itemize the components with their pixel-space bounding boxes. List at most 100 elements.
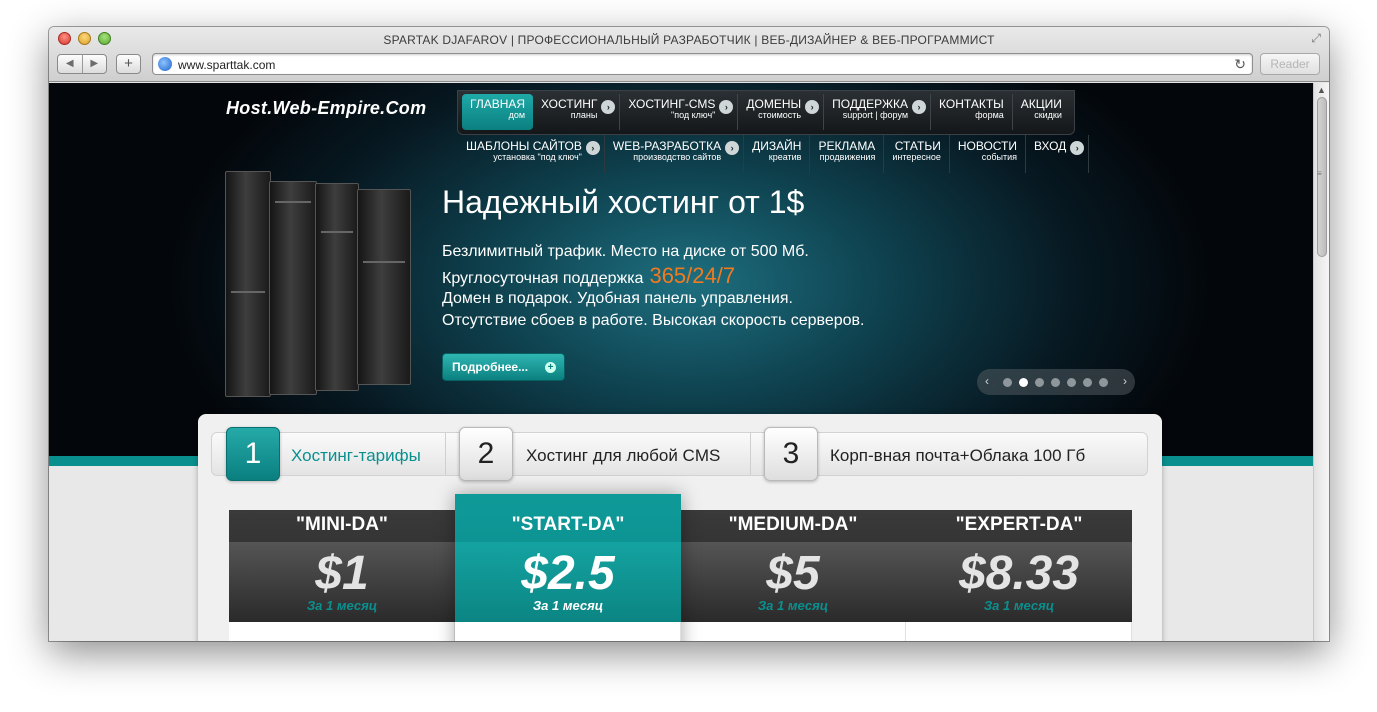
scroll-grip-icon: ≡ [1317,169,1322,178]
menu_top-item-label: Домены [746,97,802,111]
menu_top-item-0[interactable]: Главная дом [462,94,534,130]
menu_bottom-item-label: Шаблоны сайтов [466,139,582,153]
vertical-scrollbar[interactable]: ▲ ≡ [1313,83,1329,641]
menu_top-item-sub: "под ключ" [671,110,716,120]
reload-icon[interactable]: ↻ [1234,56,1246,73]
menu_top-item-4[interactable]: Поддержка support | форум › [824,94,932,130]
menu_top-item-label: Контакты [939,97,1004,111]
menu_top-item-label: Хостинг [541,97,598,111]
reader-button[interactable]: Reader [1260,53,1320,75]
forward-button[interactable]: ▶ [83,55,107,73]
plan-period: За 1 месяц [306,598,378,613]
menu_top-item-5[interactable]: Контакты форма [931,94,1013,130]
tab-separator [750,433,751,475]
menu_bottom-item-4[interactable]: Статьи интересное [884,135,950,173]
pricing-panel: 1 Хостинг-тарифы 2 Хостинг для любой CMS 3 Ко… [198,414,1162,641]
back-button[interactable]: ◀ [58,55,83,73]
menu_top-item-label: Акции [1020,97,1062,111]
menu_top-item-1[interactable]: Хостинг планы › [533,94,621,130]
plan-card[interactable]: "EXPERT-DA" $8.33 За 1 месяц [906,510,1132,641]
hero-line-4: Отсутствие сбоев в работе. Высокая скоро… [442,312,865,329]
plus-icon: + [545,362,556,373]
slider-dot[interactable] [1083,378,1092,387]
slider-prev-icon[interactable]: ‹ [985,374,989,388]
address-bar[interactable]: www.sparttak.com ↻ [152,53,1253,75]
plan-card[interactable]: "MINI-DA" $1 За 1 месяц [229,510,455,641]
plan-period: За 1 месяц [532,598,604,613]
history-nav: ◀ ▶ [57,54,107,74]
menu_bottom-item-label: Дизайн [752,139,802,153]
plan-name: "MEDIUM-DA" [728,514,858,535]
plan-card[interactable]: "START-DA" $2.5 За 1 месяц [455,494,681,641]
tab-number-2[interactable]: 2 [459,427,513,481]
slider-dot[interactable] [1019,378,1028,387]
hero-line-2-text: Круглосуточная поддержка [442,270,644,287]
menu_bottom-item-2[interactable]: Дизайн креатив [744,135,811,173]
slider-nav: ‹ › [977,369,1135,395]
window-title: SPARTAK DJAFAROV | ПРОФЕССИОНАЛЬНЫЙ РАЗР… [383,33,995,47]
more-button[interactable]: Подробнее... + [442,353,565,381]
chevron-right-icon: › [805,100,820,114]
menu_bottom-item-label: Вход [1034,139,1067,153]
slider-dot[interactable] [1003,378,1012,387]
hero-line-2: Круглосуточная поддержка 365/24/7 [442,263,735,289]
menu_bottom-item-sub: креатив [768,152,802,162]
menu_top-item-sub: дом [508,110,526,120]
plan-card[interactable]: "MEDIUM-DA" $5 За 1 месяц [680,510,906,641]
browser-window: SPARTAK DJAFAROV | ПРОФЕССИОНАЛЬНЫЙ РАЗР… [49,27,1329,641]
slider-dot[interactable] [1099,378,1108,387]
menu_bottom-item-6[interactable]: Вход › [1026,135,1090,173]
plan-details [229,622,455,641]
tab-number-1[interactable]: 1 [226,427,280,481]
pricing-plans: "MINI-DA" $1 За 1 месяц "START-DA" $2.5 За 1 … [229,494,1132,641]
hero-line-1: Безлимитный трафик. Место на диске от 50… [442,243,809,260]
globe-icon [158,57,172,71]
menu_bottom-item-3[interactable]: Реклама продвижения [810,135,885,173]
hero-title: Надежный хостинг от 1$ [442,184,805,220]
scroll-up-icon[interactable]: ▲ [1317,85,1326,95]
plan-name: "START-DA" [511,514,625,535]
plan-period: За 1 месяц [757,598,829,613]
menu_bottom-item-1[interactable]: Web-разработка производство сайтов › [605,135,745,173]
chevron-right-icon: › [1070,141,1085,155]
tab-separator [445,433,446,475]
tab-number-3[interactable]: 3 [764,427,818,481]
menu_bottom-item-0[interactable]: Шаблоны сайтов установка "под ключ" › [458,135,605,173]
plan-name: "MINI-DA" [296,514,388,535]
menu_top-item-sub: стоимость [758,110,802,120]
tab-label-3[interactable]: Корп-вная почта+Облака 100 Гб [830,446,1085,466]
menu_bottom-item-sub: интересное [892,152,941,162]
hero-banner: Host.Web-Empire.Com Главная дом Хостинг пла… [49,83,1313,461]
menu_top-item-6[interactable]: Акции скидки [1013,94,1070,130]
menu_top-item-label: Хостинг-CMS [628,97,716,111]
menu_top-item-sub: форма [975,110,1004,120]
plan-details [680,622,906,641]
menu_top-item-3[interactable]: Домены стоимость › [738,94,825,130]
tab-label-2[interactable]: Хостинг для любой CMS [526,446,720,466]
secondary-menu: Шаблоны сайтов установка "под ключ" › Web-р… [458,135,1090,175]
chevron-right-icon: › [725,141,740,155]
chevron-right-icon: › [601,100,616,114]
menu_top-item-sub: support | форум [842,110,909,120]
menu_top-item-2[interactable]: Хостинг-CMS "под ключ" › [620,94,739,130]
add-bookmark-button[interactable]: + [116,54,141,74]
slider-dot[interactable] [1051,378,1060,387]
menu_bottom-item-5[interactable]: Новости события [950,135,1027,173]
slider-dot[interactable] [1067,378,1076,387]
plan-price: $8.33 [958,547,1080,600]
plan-price: $1 [315,547,369,600]
page-viewport: Host.Web-Empire.Com Главная дом Хостинг пла… [49,83,1313,641]
hero-line-3: Домен в подарок. Удобная панель управлен… [442,290,793,307]
menu_top-item-sub: скидки [1034,110,1062,120]
fullscreen-icon[interactable]: ⤢ [1311,31,1321,46]
tab-label-1[interactable]: Хостинг-тарифы [291,446,421,466]
slider-next-icon[interactable]: › [1123,374,1127,388]
menu_top-item-sub: планы [570,110,598,120]
site-logo[interactable]: Host.Web-Empire.Com [226,98,426,119]
chevron-right-icon: › [912,100,927,114]
chevron-right-icon: › [585,141,600,155]
slider-dot[interactable] [1035,378,1044,387]
url-text[interactable]: www.sparttak.com [178,58,275,72]
support-hours: 365/24/7 [649,263,736,288]
plan-price: $2.5 [521,547,615,600]
